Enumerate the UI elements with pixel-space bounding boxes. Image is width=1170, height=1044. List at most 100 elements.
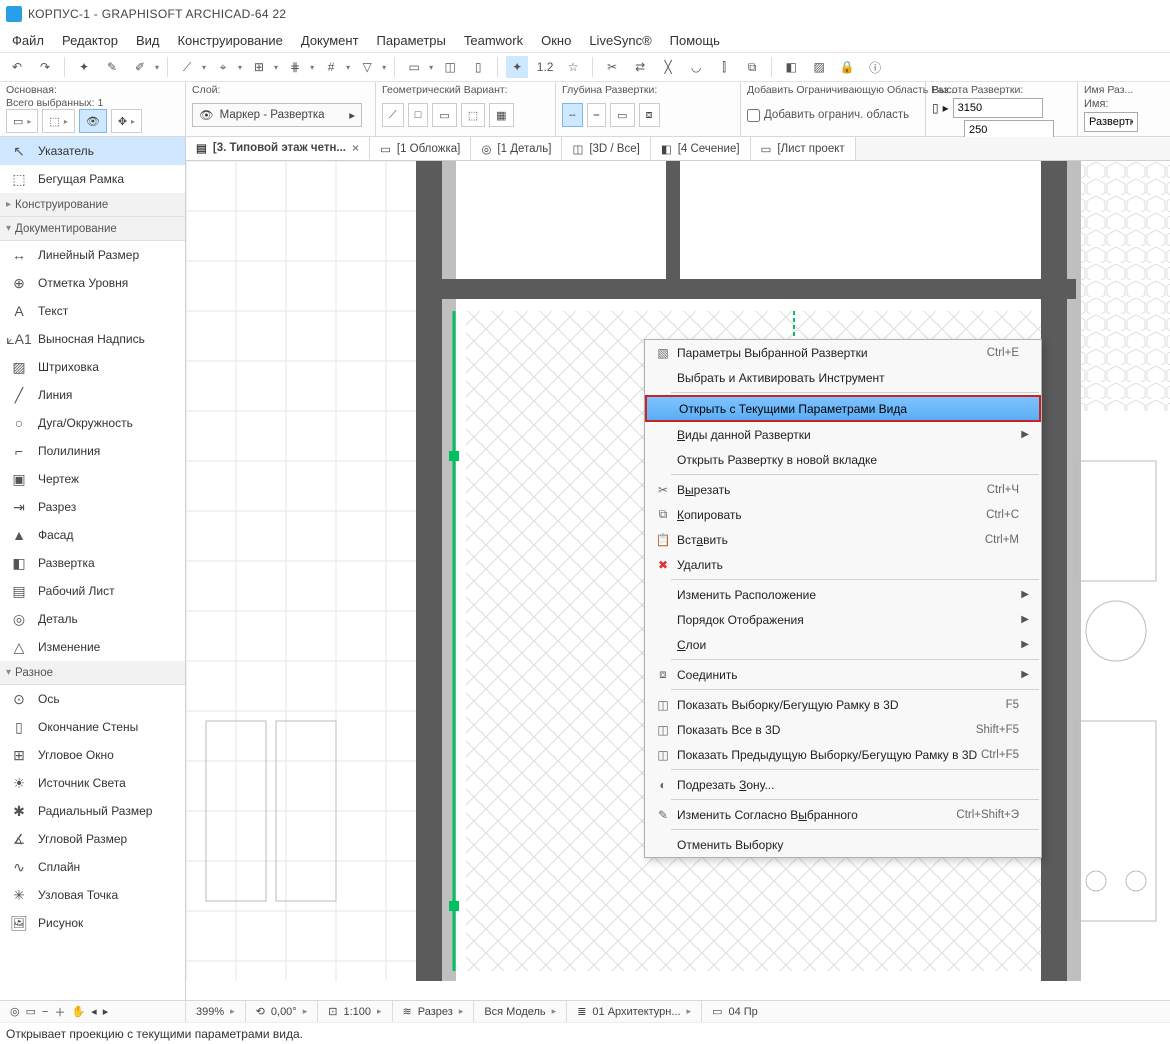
- tool-angledim[interactable]: ∡Угловой Размер: [0, 825, 185, 853]
- cm-trimzone[interactable]: ◐Подрезать Зону...: [645, 772, 1041, 797]
- geom-1-button[interactable]: ⟋: [382, 103, 404, 127]
- tool-axis[interactable]: ⊙Ось: [0, 685, 185, 713]
- cm-show3d-prev[interactable]: ◫Показать Предыдущую Выборку/Бегущую Рам…: [645, 742, 1041, 767]
- cm-deselect[interactable]: Отменить Выборку: [645, 832, 1041, 857]
- guide-button[interactable]: ⌖: [212, 56, 234, 78]
- geom-3-button[interactable]: ▭: [432, 103, 456, 127]
- cm-move[interactable]: Изменить Расположение▶: [645, 582, 1041, 607]
- magic-button[interactable]: ✦: [506, 56, 528, 78]
- layer-combo[interactable]: ≣01 Архитектурн...▸: [567, 1001, 702, 1022]
- round-button[interactable]: ◡: [685, 56, 707, 78]
- menu-editor[interactable]: Редактор: [54, 30, 126, 51]
- add-bound-checkbox[interactable]: [747, 109, 760, 122]
- name-input[interactable]: [1084, 112, 1138, 132]
- menu-window[interactable]: Окно: [533, 30, 579, 51]
- menu-options[interactable]: Параметры: [369, 30, 454, 51]
- sheet-ref[interactable]: ▭04 Пр: [702, 1001, 768, 1022]
- tab-floorplan[interactable]: ▤[3. Типовой этаж четн...×: [186, 137, 370, 160]
- dim-12-button[interactable]: 1.2: [534, 56, 556, 78]
- eye-mode-button[interactable]: 👁: [79, 109, 107, 133]
- tool-cornerwin[interactable]: ⊞Угловое Окно: [0, 741, 185, 769]
- layer-select[interactable]: 👁 Маркер - Развертка ▸: [192, 103, 362, 127]
- measure-button[interactable]: ⟋: [176, 56, 198, 78]
- group-misc[interactable]: ▾Разное: [0, 661, 185, 685]
- tool-radial[interactable]: ✱Радиальный Размер: [0, 797, 185, 825]
- move-mode-button[interactable]: ✥▸: [111, 109, 142, 133]
- tool-detail[interactable]: ◎Деталь: [0, 605, 185, 633]
- cm-layers[interactable]: Слои▶: [645, 632, 1041, 657]
- tool-hatch[interactable]: ▨Штриховка: [0, 353, 185, 381]
- grid-button[interactable]: #: [320, 56, 342, 78]
- tool-wallend[interactable]: ▯Окончание Стены: [0, 713, 185, 741]
- tool-polyline[interactable]: ⌐Полилиния: [0, 437, 185, 465]
- suspend-button[interactable]: ▭: [403, 56, 425, 78]
- tool-picture[interactable]: 🖼Рисунок: [0, 909, 185, 937]
- lock-button[interactable]: 🔒: [836, 56, 858, 78]
- favorite-button[interactable]: ☆: [562, 56, 584, 78]
- zoom-percent[interactable]: 399%▸: [186, 1001, 246, 1022]
- cm-show3d-all[interactable]: ◫Показать Все в 3DShift+F5: [645, 717, 1041, 742]
- cm-edit-by-sel[interactable]: ✎Изменить Согласно ВыбранногоCtrl+Shift+…: [645, 802, 1041, 827]
- depth-2-button[interactable]: ⎯: [587, 103, 607, 127]
- geom-2-button[interactable]: □: [408, 103, 429, 127]
- depth-1-button[interactable]: ╌: [562, 103, 583, 127]
- next-view-icon[interactable]: ▸: [103, 1005, 109, 1018]
- group-document[interactable]: ▾Документирование: [0, 217, 185, 241]
- tab-detail[interactable]: ◎[1 Деталь]: [471, 137, 562, 160]
- ungroup-button[interactable]: ▯: [467, 56, 489, 78]
- tool-level[interactable]: ⊕Отметка Уровня: [0, 269, 185, 297]
- depth-3-button[interactable]: ▭: [610, 103, 634, 127]
- tool-change[interactable]: △Изменение: [0, 633, 185, 661]
- tool-worksheet[interactable]: ▤Рабочий Лист: [0, 577, 185, 605]
- depth-4-button[interactable]: ⧈: [639, 103, 660, 127]
- cm-connect[interactable]: ⧈Соединить▶: [645, 662, 1041, 687]
- arrow-mode-button[interactable]: ⬚▸: [42, 109, 74, 133]
- cm-params[interactable]: ▧Параметры Выбранной РазверткиCtrl+E: [645, 340, 1041, 365]
- intersect-button[interactable]: ╳: [657, 56, 679, 78]
- cm-paste[interactable]: 📋ВставитьCtrl+М: [645, 527, 1041, 552]
- grid-snap-button[interactable]: ⋕: [284, 56, 306, 78]
- cut-button[interactable]: ✂: [601, 56, 623, 78]
- cm-display-order[interactable]: Порядок Отображения▶: [645, 607, 1041, 632]
- model-view[interactable]: Вся Модель▸: [474, 1001, 567, 1022]
- brush-button[interactable]: ✐: [129, 56, 151, 78]
- open-lib-button[interactable]: ◧: [780, 56, 802, 78]
- zoom-controls[interactable]: ◎ ▭ − ＋ ✋ ◂ ▸: [0, 1001, 186, 1022]
- group-button[interactable]: ◫: [439, 56, 461, 78]
- grav-button[interactable]: ▽: [356, 56, 378, 78]
- menu-file[interactable]: Файл: [4, 30, 52, 51]
- redo-button[interactable]: ↷: [34, 56, 56, 78]
- tool-interior-elev[interactable]: ◧Развертка: [0, 549, 185, 577]
- menu-help[interactable]: Помощь: [662, 30, 728, 51]
- menu-teamwork[interactable]: Teamwork: [456, 30, 531, 51]
- prev-view-icon[interactable]: ◂: [91, 1005, 97, 1018]
- cm-delete[interactable]: ✖Удалить: [645, 552, 1041, 577]
- filter[interactable]: ≋Разрез▸: [393, 1001, 475, 1022]
- tool-facade[interactable]: ▲Фасад: [0, 521, 185, 549]
- tool-marquee[interactable]: ⬚Бегущая Рамка: [0, 165, 185, 193]
- cm-copy[interactable]: ⧉КопироватьCtrl+С: [645, 502, 1041, 527]
- tool-arc[interactable]: ○Дуга/Окружность: [0, 409, 185, 437]
- tool-light[interactable]: ☀Источник Света: [0, 769, 185, 797]
- mod-button[interactable]: ▨: [808, 56, 830, 78]
- group-design[interactable]: ▸Конструирование: [0, 193, 185, 217]
- split-button[interactable]: ⫿: [713, 56, 735, 78]
- menu-design[interactable]: Конструирование: [169, 30, 290, 51]
- cm-open-current-view[interactable]: Открыть с Текущими Параметрами Вида: [645, 395, 1041, 422]
- zoom100-icon[interactable]: ▭: [26, 1005, 36, 1018]
- tool-drawing[interactable]: ▣Чертеж: [0, 465, 185, 493]
- tab-3d[interactable]: ◫[3D / Все]: [562, 137, 650, 160]
- tab-section[interactable]: ◧[4 Сечение]: [651, 137, 751, 160]
- menu-livesync[interactable]: LiveSync®: [581, 30, 659, 51]
- tool-hotspot[interactable]: ✳Узловая Точка: [0, 881, 185, 909]
- zoomin-icon[interactable]: ＋: [54, 1004, 65, 1020]
- tool-text[interactable]: AТекст: [0, 297, 185, 325]
- tool-default-button[interactable]: ▭▸: [6, 109, 38, 133]
- tool-pointer[interactable]: ↖Указатель: [0, 137, 185, 165]
- cm-open-new-tab[interactable]: Открыть Развертку в новой вкладке: [645, 447, 1041, 472]
- hand-icon[interactable]: ✋: [71, 1005, 85, 1018]
- tool-dim[interactable]: ↔Линейный Размер: [0, 241, 185, 269]
- height-top-input[interactable]: [953, 98, 1043, 118]
- tool-spline[interactable]: ∿Сплайн: [0, 853, 185, 881]
- geom-4-button[interactable]: ⬚: [461, 103, 485, 127]
